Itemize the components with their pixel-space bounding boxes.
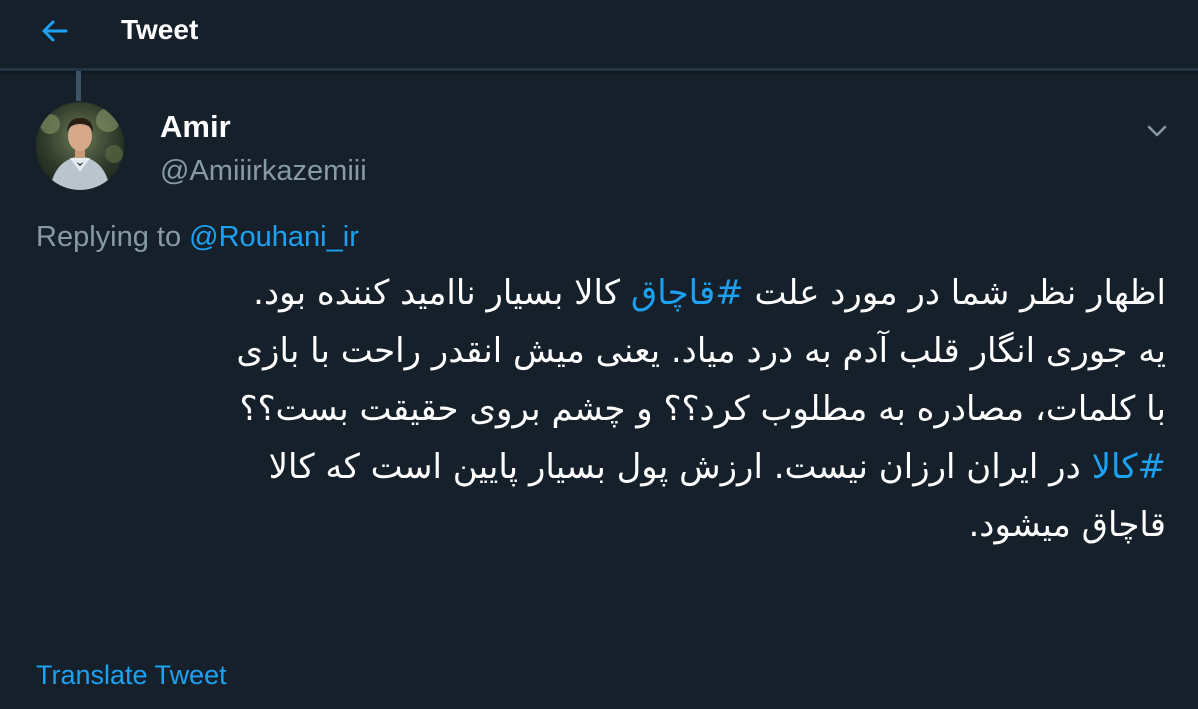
translate-tweet-link[interactable]: Translate Tweet [36,657,227,693]
back-button[interactable] [30,10,78,52]
tweet-text-line-2: یه جوری انگار قلب آدم به درد میاد. یعنی … [236,331,1166,371]
replying-to-prefix: Replying to [36,221,190,253]
arrow-left-icon [42,20,68,42]
avatar[interactable] [36,102,124,190]
tweet-text-line-4: #کالا در ایران ارزان نیست. ارزش پول بسیا… [36,438,1166,496]
thread-connector [76,71,81,101]
hashtag-link[interactable]: #قاچاق [631,273,744,313]
author-display-name[interactable]: Amir [160,107,231,147]
tweet-options-button[interactable] [1140,116,1174,146]
tweet-text-line-3: با کلمات، مصادره به مطلوب کرد؟؟ و چشم بر… [239,389,1166,429]
hashtag-link[interactable]: #کالا [1092,447,1166,487]
tweet-text-line-5: قاچاق میشود. [968,505,1167,545]
user-avatar-icon [36,102,124,190]
tweet-text-segment: کالا بسیار ناامید کننده بود. [253,273,631,313]
tweet-text-segment: اظهار نظر شما در مورد علت [743,273,1166,313]
page-title: Tweet [121,14,199,45]
replying-to-handle-link[interactable]: @Rouhani_ir [189,221,359,253]
chevron-down-icon [1147,125,1167,137]
top-app-bar: Tweet [0,0,1198,71]
tweet-text-line-1: اظهار نظر شما در مورد علت #قاچاق کالا بس… [36,264,1166,322]
replying-to-line: Replying to @Rouhani_ir [36,218,359,256]
tweet-detail-page: Tweet Amir @Amiiirkazemiii Replying to @… [0,0,1198,709]
tweet-text: اظهار نظر شما در مورد علت #قاچاق کالا بس… [36,264,1166,554]
author-handle[interactable]: @Amiiirkazemiii [160,152,367,190]
tweet-text-segment: در ایران ارزان نیست. ارزش پول بسیار پایی… [268,447,1092,487]
